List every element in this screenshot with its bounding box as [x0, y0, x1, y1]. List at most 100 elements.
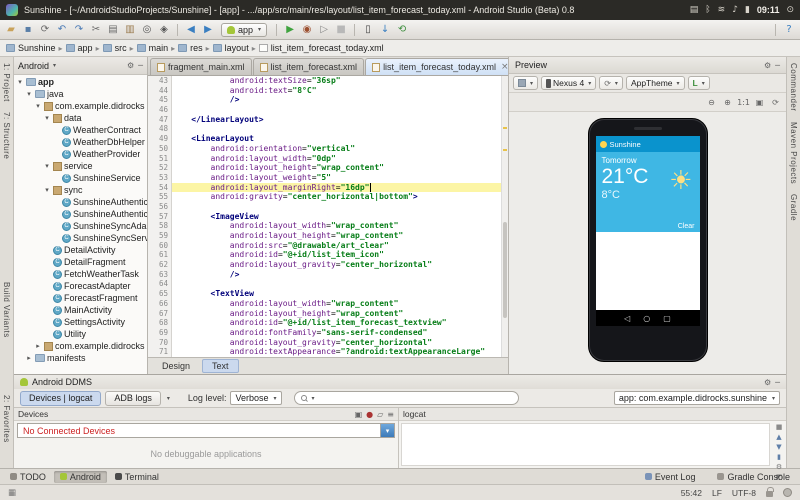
tree-arrow-icon[interactable]: ▾ — [43, 162, 51, 170]
power-icon[interactable]: ⊙ — [786, 5, 794, 15]
hide-panel-icon[interactable]: ─ — [138, 61, 143, 70]
tree-item[interactable]: CForecastFragment — [14, 292, 147, 304]
tree-item[interactable]: CSunshineAuthenticator — [14, 196, 147, 208]
refresh-icon[interactable]: ⟳ — [769, 96, 782, 109]
hide-panel-icon[interactable]: ─ — [775, 378, 780, 387]
tree-item[interactable]: CSunshineSyncService — [14, 232, 147, 244]
api-level-select[interactable]: L ▾ — [688, 76, 710, 90]
app-filter-select[interactable]: app: com.example.didrocks.sunshine ▾ — [614, 391, 780, 405]
lock-icon[interactable] — [766, 491, 773, 497]
toolwindow-event-log[interactable]: Event Log — [639, 471, 702, 483]
toolwindow-button[interactable]: Maven Projects — [789, 122, 798, 184]
battery-icon[interactable]: ▮ — [745, 5, 750, 15]
find-icon[interactable]: ◎ — [140, 23, 154, 37]
attach-icon[interactable]: ▷ — [317, 23, 331, 37]
project-view-select[interactable]: Android ▾ — [18, 61, 56, 71]
run-icon[interactable]: ▶ — [283, 23, 297, 37]
breadcrumb-item[interactable]: src — [103, 43, 127, 53]
tree-item[interactable]: CWeatherProvider — [14, 148, 147, 160]
toolwindow-button[interactable]: 1: Project — [2, 63, 11, 102]
tree-arrow-icon[interactable]: ▾ — [43, 114, 51, 122]
paste-icon[interactable]: ▥ — [123, 23, 137, 37]
copy-icon[interactable]: ▤ — [106, 23, 120, 37]
tree-item[interactable]: ▾sync — [14, 184, 147, 196]
tree-item[interactable]: CSunshineAuthenticatorService — [14, 208, 147, 220]
chevron-down-icon[interactable]: ▾ — [167, 395, 170, 402]
scroll-up-icon[interactable]: ▲ — [774, 433, 785, 441]
breadcrumb-item[interactable]: Sunshine — [6, 43, 56, 53]
toolwindow-todo[interactable]: TODO — [4, 471, 52, 483]
breadcrumb-item[interactable]: list_item_forecast_today.xml — [259, 43, 384, 53]
ddms-tab[interactable]: ADB logs — [105, 391, 161, 406]
toolwindow-button[interactable]: Gradle — [789, 194, 798, 221]
hide-panel-icon[interactable]: ─ — [775, 61, 780, 70]
tree-item[interactable]: CSunshineSyncAdapter — [14, 220, 147, 232]
stop-icon[interactable]: ■ — [334, 23, 348, 37]
encoding-indicator[interactable]: UTF-8 — [732, 488, 756, 498]
tree-item[interactable]: CUtility — [14, 328, 147, 340]
redo-icon[interactable]: ↷ — [72, 23, 86, 37]
clear-logcat-icon[interactable]: ■ — [774, 423, 785, 431]
tree-arrow-icon[interactable]: ▾ — [16, 78, 24, 86]
toolwindow-gradle-console[interactable]: Gradle Console — [711, 471, 796, 483]
line-separator-indicator[interactable]: LF — [712, 488, 722, 498]
help-icon[interactable]: ? — [782, 23, 796, 37]
keyboard-icon[interactable]: ▤ — [690, 5, 699, 15]
zoom-out-icon[interactable]: ⊖ — [705, 96, 718, 109]
tree-item[interactable]: CSettingsActivity — [14, 316, 147, 328]
toolwindow-terminal[interactable]: Terminal — [109, 471, 165, 483]
editor-tab[interactable]: fragment_main.xml — [150, 58, 252, 75]
pause-logcat-icon[interactable]: ▮ — [774, 453, 785, 461]
replace-icon[interactable]: ◈ — [157, 23, 171, 37]
settings-gear-icon[interactable]: ⚙ — [127, 61, 134, 70]
log-level-select[interactable]: Verbose ▾ — [230, 391, 281, 405]
tree-item[interactable]: CForecastAdapter — [14, 280, 147, 292]
sdk-manager-icon[interactable]: ↓ — [378, 23, 392, 37]
zoom-actual-icon[interactable]: 1:1 — [737, 96, 750, 109]
tree-item[interactable]: CSunshineService — [14, 172, 147, 184]
clock[interactable]: 09:11 — [757, 5, 780, 15]
toolwindow-android[interactable]: Android — [54, 471, 107, 483]
tree-arrow-icon[interactable]: ▾ — [25, 90, 33, 98]
zoom-in-icon[interactable]: ⊕ — [721, 96, 734, 109]
tree-item[interactable]: ▾java — [14, 88, 147, 100]
tree-arrow-icon[interactable]: ▸ — [25, 354, 33, 362]
tree-item[interactable]: ▸manifests — [14, 352, 147, 364]
editor-tab[interactable]: list_item_forecast.xml — [253, 58, 365, 75]
tree-item[interactable]: CDetailFragment — [14, 256, 147, 268]
editor-scrollbar[interactable] — [501, 76, 508, 357]
toolwindow-switcher-icon[interactable]: ▦ — [8, 488, 16, 498]
tree-arrow-icon[interactable]: ▾ — [43, 186, 51, 194]
forward-icon[interactable]: ▶ — [201, 23, 215, 37]
run-configuration-select[interactable]: app▾ — [221, 23, 267, 37]
editor-mode-tab-design[interactable]: Design — [152, 359, 200, 373]
breadcrumb-item[interactable]: layout — [213, 43, 249, 53]
tree-item[interactable]: CDetailActivity — [14, 244, 147, 256]
breadcrumb-item[interactable]: main — [137, 43, 169, 53]
device-select[interactable]: Nexus 4 ▾ — [541, 76, 596, 90]
logcat-search-input[interactable]: ▾ — [294, 391, 519, 405]
open-icon[interactable]: ▰ — [4, 23, 18, 37]
toolwindow-button[interactable]: 2: Favorites — [2, 395, 11, 443]
tree-item[interactable]: ▸com.example.didrocks — [14, 340, 147, 352]
tree-item[interactable]: ▾data — [14, 112, 147, 124]
gradle-sync-icon[interactable]: ⟲ — [395, 23, 409, 37]
bluetooth-icon[interactable]: ᛒ — [705, 5, 710, 15]
undo-icon[interactable]: ↶ — [55, 23, 69, 37]
tree-item[interactable]: CMainActivity — [14, 304, 147, 316]
caret-position[interactable]: 55:42 — [681, 488, 702, 498]
settings-gear-icon[interactable]: ⚙ — [764, 61, 771, 70]
orientation-select[interactable]: ⟳ ▾ — [599, 76, 623, 90]
toolwindow-button[interactable]: Build Variants — [2, 282, 11, 338]
editor-tab[interactable]: list_item_forecast_today.xml× — [365, 58, 515, 75]
chevron-down-icon[interactable]: ▾ — [380, 424, 394, 437]
scrollbar-thumb[interactable] — [503, 222, 507, 318]
tree-item[interactable]: ▾app — [14, 76, 147, 88]
tree-arrow-icon[interactable]: ▸ — [34, 342, 42, 350]
avd-manager-icon[interactable]: ▯ — [361, 23, 375, 37]
breadcrumb-item[interactable]: res — [178, 43, 203, 53]
overflow-icon[interactable]: ≡ — [387, 410, 394, 419]
tree-item[interactable]: CWeatherDbHelper — [14, 136, 147, 148]
back-icon[interactable]: ◀ — [184, 23, 198, 37]
scroll-down-icon[interactable]: ▼ — [774, 443, 785, 451]
